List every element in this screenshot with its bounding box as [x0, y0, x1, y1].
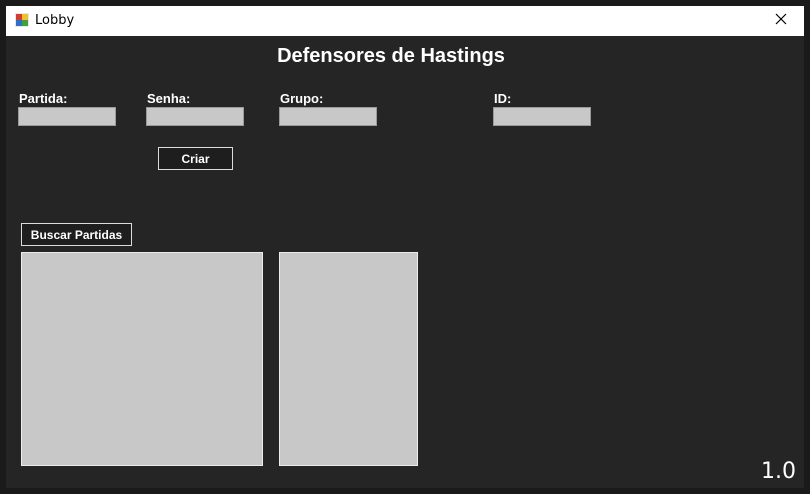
grupo-label: Grupo:: [280, 91, 324, 106]
id-input[interactable]: [493, 107, 591, 126]
version-label: 1.0: [761, 459, 796, 484]
senha-input[interactable]: [146, 107, 244, 126]
lobby-content: Defensores de Hastings Partida: Senha: G…: [6, 36, 804, 488]
app-title: Defensores de Hastings: [277, 45, 505, 67]
title-bar: Lobby: [6, 6, 804, 36]
buscar-partidas-button[interactable]: Buscar Partidas: [21, 223, 132, 246]
grupo-input[interactable]: [279, 107, 377, 126]
criar-button[interactable]: Criar: [158, 147, 233, 170]
window-title: Lobby: [35, 13, 75, 28]
details-listbox[interactable]: [279, 252, 418, 466]
close-button[interactable]: [758, 6, 804, 36]
partida-input[interactable]: [18, 107, 116, 126]
close-icon: [775, 12, 787, 30]
id-label: ID:: [494, 91, 512, 106]
matches-listbox[interactable]: [21, 252, 263, 466]
app-icon: [15, 13, 29, 27]
senha-label: Senha:: [147, 91, 191, 106]
partida-label: Partida:: [19, 91, 68, 106]
